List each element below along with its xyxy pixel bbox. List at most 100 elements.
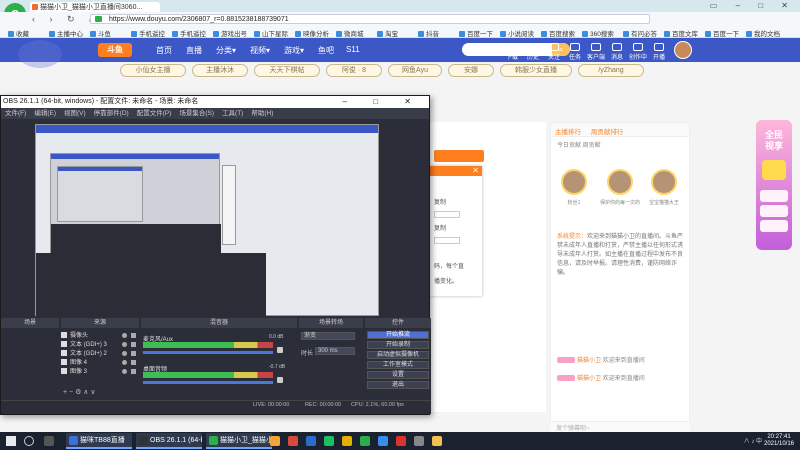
obs-menu-item[interactable]: 配置文件(P) xyxy=(137,110,172,117)
lock-icon[interactable] xyxy=(131,351,136,356)
app3-icon[interactable] xyxy=(360,436,370,446)
obs-menu-item[interactable]: 视图(V) xyxy=(64,110,86,117)
eye-icon[interactable] xyxy=(122,342,127,347)
app2-icon[interactable] xyxy=(342,436,352,446)
orange-action-button[interactable] xyxy=(434,150,484,162)
nav-home[interactable]: 首页 xyxy=(156,45,172,56)
task-view-icon[interactable] xyxy=(44,436,54,446)
tab-weekly[interactable]: 周贡献排行 xyxy=(591,126,624,136)
wechat-icon[interactable] xyxy=(324,436,334,446)
fan-avatar-2[interactable] xyxy=(607,169,633,195)
fan-avatar-3[interactable] xyxy=(651,169,677,195)
tab-rank[interactable]: 主播排行 xyxy=(555,126,581,136)
mixer-mic-fader[interactable] xyxy=(143,351,273,354)
bookmark-item[interactable]: 淘宝 xyxy=(377,28,398,38)
nav-game[interactable]: 游戏▾ xyxy=(284,45,304,56)
taskbar-clock[interactable]: 20:27:41 2021/10/16 xyxy=(762,434,796,448)
lock-icon[interactable] xyxy=(131,369,136,374)
header-tool-5[interactable]: 消息 xyxy=(607,43,627,61)
sources-toolbar[interactable]: + − ⚙ ∧ ∨ xyxy=(63,388,95,396)
popup-line-1[interactable]: 复制 xyxy=(430,194,482,209)
url-input[interactable]: https://www.douyu.com/2306807_r=0.881523… xyxy=(90,14,650,24)
chat-user[interactable]: 猫猫小卫 xyxy=(577,358,601,364)
bookmark-item[interactable]: 百度一下 xyxy=(459,28,493,38)
duration-input[interactable]: 300 ms xyxy=(315,347,355,355)
app7-icon[interactable] xyxy=(432,436,442,446)
obs-menu-item[interactable]: 停靠部件(D) xyxy=(94,110,129,117)
source-row[interactable]: 文本 (GDI+) 3 xyxy=(61,341,137,349)
mixer-desktop-fader[interactable] xyxy=(143,381,273,384)
hot-tag-item[interactable]: 天天下棋帖 xyxy=(254,64,320,77)
obs-control-button[interactable]: 退出 xyxy=(367,381,429,389)
obs-menu-item[interactable]: 工具(T) xyxy=(222,110,243,117)
obs-preview[interactable] xyxy=(35,124,379,317)
obs-control-button[interactable]: 开始录制 xyxy=(367,341,429,349)
speaker-icon[interactable] xyxy=(277,347,283,353)
obs-control-button[interactable]: 开始推流 xyxy=(367,331,429,339)
header-tool-7[interactable]: 开播 xyxy=(649,43,669,61)
header-tool-0[interactable]: 下载 xyxy=(502,43,522,61)
source-row[interactable]: 图像 4 xyxy=(61,359,137,367)
taskbar-app[interactable]: OBS 26.1.1 (64-bit... xyxy=(136,433,202,449)
lock-icon[interactable] xyxy=(131,360,136,365)
app6-icon[interactable] xyxy=(414,436,424,446)
obs-control-button[interactable]: 设置 xyxy=(367,371,429,379)
bookmark-item[interactable]: 映像分析 xyxy=(295,28,329,38)
app5-icon[interactable] xyxy=(396,436,406,446)
folder-icon[interactable] xyxy=(270,436,280,446)
tab-active[interactable]: 猫猫小卫_猫猫小卫直播间3060... xyxy=(30,2,160,12)
close-icon[interactable]: ✕ xyxy=(430,166,482,176)
source-row[interactable]: 文本 (GDI+) 2 xyxy=(61,350,137,358)
user-avatar[interactable] xyxy=(674,41,692,59)
bookmark-item[interactable]: 我的文档 xyxy=(746,28,780,38)
transition-select[interactable]: 渐变 xyxy=(301,332,355,340)
lock-icon[interactable] xyxy=(131,342,136,347)
app-icon[interactable] xyxy=(288,436,298,446)
bookmark-item[interactable]: 斗鱼 xyxy=(90,28,111,38)
nav-yuba[interactable]: 鱼吧 xyxy=(318,45,334,56)
hot-tag-item[interactable]: 韩服少女直播 xyxy=(500,64,572,77)
hot-tag-item[interactable]: 小仙女主播 xyxy=(120,64,186,77)
bookmark-item[interactable]: 百度一下 xyxy=(705,28,739,38)
speaker-icon[interactable] xyxy=(277,377,283,383)
bookmark-item[interactable]: 手机遥控 xyxy=(131,28,165,38)
lock-icon[interactable] xyxy=(131,333,136,338)
header-tool-3[interactable]: 任务 xyxy=(565,43,585,61)
hot-tag-item[interactable]: /yZhang xyxy=(578,64,644,77)
eye-icon[interactable] xyxy=(122,351,127,356)
nav-video[interactable]: 视频▾ xyxy=(250,45,270,56)
hot-tag-item[interactable]: 安娜 xyxy=(448,64,494,77)
hot-tag-item[interactable]: 阿俊 · 8 xyxy=(326,64,382,77)
nav-live[interactable]: 直播 xyxy=(186,45,202,56)
bookmark-item[interactable]: 微商城 xyxy=(336,28,364,38)
bookmark-item[interactable]: 有问必答 xyxy=(623,28,657,38)
hot-tag-item[interactable]: 主播沐沐 xyxy=(192,64,248,77)
windows-start-icon[interactable] xyxy=(6,436,16,446)
bookmark-item[interactable]: 手机遥控 xyxy=(172,28,206,38)
panel-subtabs[interactable]: 今日贡献 周贡献 xyxy=(551,137,689,152)
bookmark-item[interactable]: 360搜索 xyxy=(582,28,614,38)
popup-field-2[interactable] xyxy=(434,237,460,244)
douyu-logo[interactable]: 斗鱼 xyxy=(98,43,132,57)
popup-field-1[interactable] xyxy=(434,211,460,218)
source-row[interactable]: 摄像头 xyxy=(61,332,137,340)
hot-tag-item[interactable]: 网鱼Ayu xyxy=(388,64,442,77)
header-tool-1[interactable]: 历史 xyxy=(523,43,543,61)
source-row[interactable]: 图像 3 xyxy=(61,368,137,376)
system-tray[interactable]: ∧ ♪ 中 xyxy=(744,436,762,445)
obs-window-controls[interactable]: – □ ✕ xyxy=(343,96,423,108)
obs-menu-item[interactable]: 场景集合(S) xyxy=(179,110,214,117)
bookmark-item[interactable]: 山下星际 xyxy=(254,28,288,38)
fan-avatar-1[interactable] xyxy=(561,169,587,195)
bookmark-item[interactable]: 抖音 xyxy=(418,28,439,38)
nav-s11[interactable]: S11 xyxy=(346,45,360,54)
chat-input[interactable]: 发个弹幕呗~ xyxy=(550,422,690,432)
eye-icon[interactable] xyxy=(122,360,127,365)
obs-menu-item[interactable]: 编辑(E) xyxy=(34,110,56,117)
obs-control-button[interactable]: 工作室模式 xyxy=(367,361,429,369)
obs-menu-item[interactable]: 文件(F) xyxy=(5,110,26,117)
nav-category[interactable]: 分类▾ xyxy=(216,45,236,56)
steam-icon[interactable] xyxy=(306,436,316,446)
bookmark-item[interactable]: 百度文库 xyxy=(664,28,698,38)
eye-icon[interactable] xyxy=(122,333,127,338)
